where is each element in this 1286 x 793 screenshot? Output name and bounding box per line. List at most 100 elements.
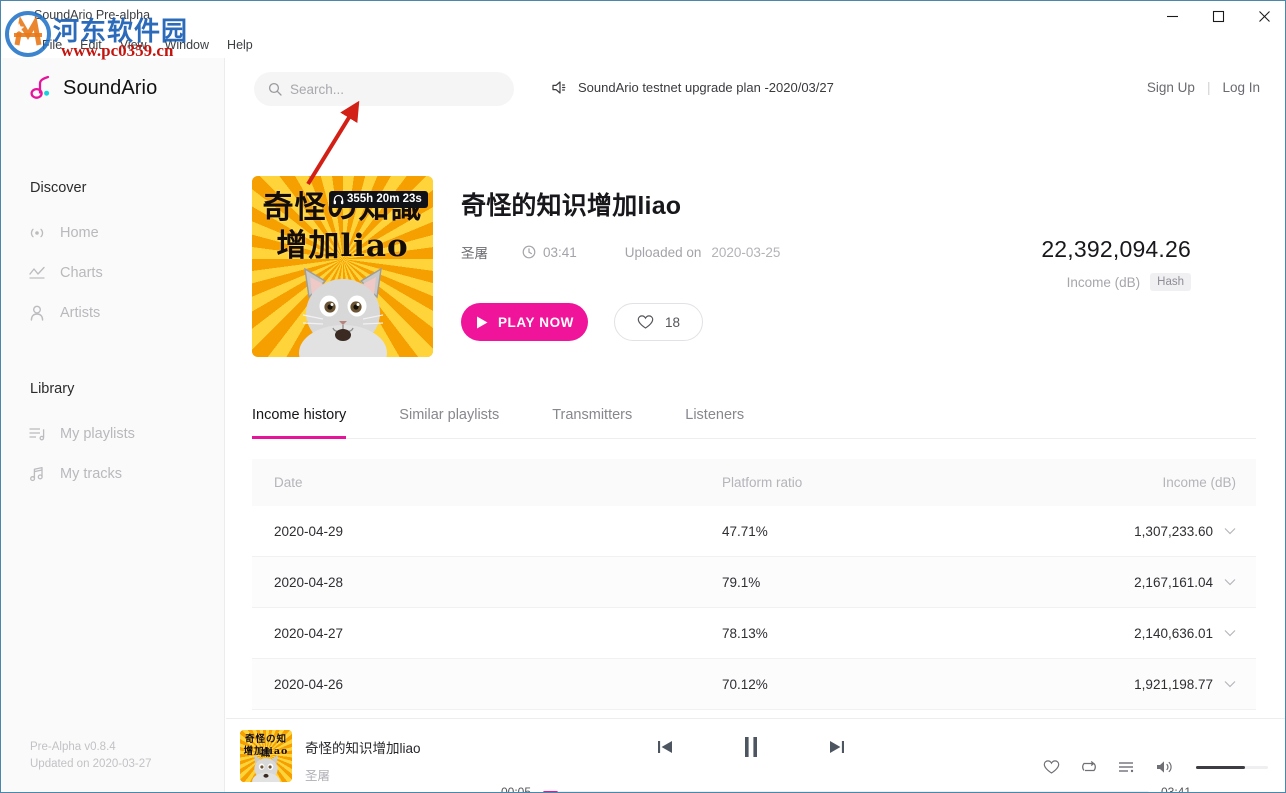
close-icon[interactable] — [1241, 1, 1285, 32]
log-in-button[interactable]: Log In — [1222, 80, 1260, 95]
sidebar-item-label: Home — [60, 225, 99, 241]
tab-transmitters[interactable]: Transmitters — [552, 407, 632, 438]
soundario-logo-icon — [30, 75, 50, 99]
sidebar: SoundArio Discover Home Charts Artists L… — [2, 58, 225, 792]
income-label-row: Income (dB) Hash — [1041, 273, 1191, 291]
table-row[interactable]: 2020-04-28 79.1% 2,167,161.04 — [252, 557, 1256, 608]
tab-similar-playlists[interactable]: Similar playlists — [399, 407, 499, 438]
player-bar: 奇怪の知識 增加liao 奇怪的知识增加liao 圣屠 00:05 03:41 — [226, 718, 1285, 793]
search-box[interactable] — [254, 72, 514, 106]
income-value: 22,392,094.26 — [1041, 236, 1191, 262]
track-actions: PLAY NOW 18 — [461, 303, 1221, 341]
maximize-icon[interactable] — [1195, 1, 1241, 32]
player-thumbnail[interactable]: 奇怪の知識 增加liao — [240, 730, 292, 782]
version-updated: Updated on 2020-03-27 — [30, 758, 152, 770]
broadcast-icon — [28, 224, 46, 242]
track-hero: 奇怪の知識 增加liao 355h 20m 23s 奇怪的知识增加liao 圣屠… — [252, 176, 1221, 357]
window-controls — [1149, 1, 1285, 32]
table-row[interactable]: 2020-04-29 47.71% 1,307,233.60 — [252, 506, 1256, 557]
brand-name: SoundArio — [63, 76, 158, 99]
play-icon — [476, 316, 488, 328]
table-row[interactable]: 2020-04-26 70.12% 1,921,198.77 — [252, 659, 1256, 710]
content-tabs: Income history Similar playlists Transmi… — [252, 407, 1256, 439]
cell-date: 2020-04-29 — [274, 523, 344, 539]
repeat-icon[interactable] — [1080, 759, 1098, 775]
cell-income-wrap: 2,167,161.04 — [1122, 575, 1256, 590]
like-count: 18 — [664, 314, 681, 330]
sidebar-item-my-tracks[interactable]: My tracks — [28, 454, 218, 494]
sidebar-nav-library: My playlists My tracks — [28, 414, 218, 494]
current-time: 00:05 — [501, 785, 532, 793]
window-title: SoundArio Pre-alpha — [34, 8, 151, 22]
pause-icon[interactable] — [740, 735, 762, 759]
menu-item-view[interactable]: View — [111, 36, 156, 54]
hash-badge[interactable]: Hash — [1150, 273, 1191, 291]
menu-item-window[interactable]: Window — [156, 36, 218, 54]
sidebar-nav-discover: Home Charts Artists — [28, 213, 218, 333]
track-artist[interactable]: 圣屠 — [461, 242, 488, 262]
chevron-down-icon[interactable] — [1224, 578, 1236, 586]
player-progress: 00:05 03:41 — [501, 785, 1191, 793]
player-artist[interactable]: 圣屠 — [305, 765, 421, 784]
heart-icon[interactable] — [1043, 759, 1060, 775]
cell-income-wrap: 1,921,198.77 — [1122, 677, 1256, 692]
cell-date: 2020-04-27 — [274, 625, 344, 641]
announcement-text: SoundArio testnet upgrade plan -2020/03/… — [578, 80, 834, 95]
headphone-icon — [333, 194, 344, 204]
clock-icon — [522, 245, 536, 259]
table-row[interactable]: 2020-04-27 78.13% 2,140,636.01 — [252, 608, 1256, 659]
total-time: 03:41 — [1160, 785, 1191, 793]
sidebar-item-label: My tracks — [60, 466, 123, 482]
sidebar-item-charts[interactable]: Charts — [28, 253, 218, 293]
auth-links: Sign Up | Log In — [1147, 80, 1260, 95]
speaker-icon — [551, 80, 568, 95]
version-number: Pre-Alpha v0.8.4 — [30, 741, 116, 753]
chart-line-icon — [28, 264, 46, 282]
menu-item-edit[interactable]: Edit — [71, 36, 111, 54]
announcement-banner[interactable]: SoundArio testnet upgrade plan -2020/03/… — [551, 80, 834, 95]
cell-income: 2,167,161.04 — [1134, 574, 1213, 590]
chevron-down-icon[interactable] — [1224, 680, 1236, 688]
title-bar: SoundArio Pre-alpha — [1, 1, 1285, 32]
sidebar-item-my-playlists[interactable]: My playlists — [28, 414, 218, 454]
app-version: Pre-Alpha v0.8.4 Updated on 2020-03-27 — [30, 739, 152, 773]
column-header-ratio: Platform ratio — [722, 475, 803, 490]
income-summary: 22,392,094.26 Income (dB) Hash — [1041, 236, 1191, 291]
queue-icon[interactable] — [1118, 760, 1135, 774]
sidebar-item-home[interactable]: Home — [28, 213, 218, 253]
player-track-name[interactable]: 奇怪的知识增加liao — [305, 737, 421, 757]
previous-track-icon[interactable] — [656, 738, 674, 756]
sidebar-item-label: Artists — [60, 305, 101, 321]
cell-date: 2020-04-28 — [274, 574, 344, 590]
play-now-button[interactable]: PLAY NOW — [461, 303, 588, 341]
chevron-down-icon[interactable] — [1224, 629, 1236, 637]
next-track-icon[interactable] — [828, 738, 846, 756]
cell-income: 2,140,636.01 — [1134, 625, 1213, 641]
brand[interactable]: SoundArio — [30, 75, 157, 101]
menu-item-file[interactable]: File — [33, 36, 71, 54]
menu-item-help[interactable]: Help — [218, 36, 262, 54]
play-now-label: PLAY NOW — [497, 314, 575, 330]
volume-icon[interactable] — [1155, 759, 1174, 775]
search-input[interactable] — [290, 81, 490, 97]
like-button[interactable]: 18 — [614, 303, 703, 341]
player-controls — [656, 735, 846, 759]
search-icon — [268, 82, 282, 96]
sidebar-section-library: Library — [30, 381, 75, 397]
cat-illustration — [252, 755, 280, 782]
main-content: 奇怪の知識 增加liao 355h 20m 23s 奇怪的知识增加liao 圣屠… — [226, 121, 1285, 718]
sidebar-item-artists[interactable]: Artists — [28, 293, 218, 333]
album-cover[interactable]: 奇怪の知識 增加liao 355h 20m 23s — [252, 176, 433, 357]
volume-slider[interactable] — [1196, 765, 1268, 769]
sign-up-button[interactable]: Sign Up — [1147, 80, 1195, 95]
minimize-icon[interactable] — [1149, 1, 1195, 32]
column-header-date: Date — [274, 475, 303, 490]
tab-listeners[interactable]: Listeners — [685, 407, 744, 438]
playlist-icon — [28, 425, 46, 443]
table-header-row: Date Platform ratio Income (dB) — [252, 459, 1256, 506]
cell-income: 1,921,198.77 — [1134, 676, 1213, 692]
menu-bar: File Edit View Window Help — [1, 32, 1285, 57]
income-label: Income (dB) — [1066, 274, 1141, 290]
chevron-down-icon[interactable] — [1224, 527, 1236, 535]
tab-income-history[interactable]: Income history — [252, 407, 347, 439]
